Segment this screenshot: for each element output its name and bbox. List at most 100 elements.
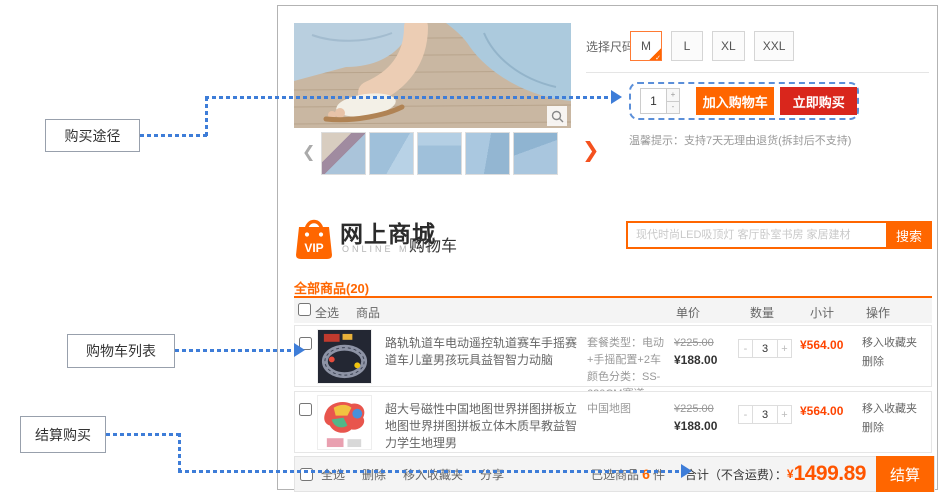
footer-move-to-favorites-link[interactable]: 移入收藏夹 <box>403 466 463 483</box>
selected-check-icon <box>649 48 661 60</box>
qty-increase-button[interactable]: + <box>667 88 680 102</box>
row-quantity-input[interactable] <box>753 405 777 424</box>
screenshot-canvas: 购买途径 购物车列表 结算购买 <box>0 0 940 495</box>
zoom-icon[interactable] <box>547 106 567 126</box>
row-quantity-stepper: - + <box>738 339 792 358</box>
row-subtotal: ¥564.00 <box>800 338 862 352</box>
footer-share-link[interactable]: 分享 <box>480 466 504 483</box>
qty-decrease-button[interactable]: - <box>738 339 753 358</box>
dotted-connector <box>178 433 181 473</box>
dotted-connector <box>205 97 208 137</box>
col-quantity: 数量 <box>750 304 774 321</box>
product-title[interactable]: 超大号磁性中国地图世界拼图拼板立地图世界拼图拼板立体木质早教益智力学生地理男 <box>385 401 581 452</box>
cart-row: 路轨轨道车电动遥控轨道赛车手摇赛道车儿童男孩玩具益智智力动脑 套餐类型：电动+手… <box>294 325 932 387</box>
svg-text:VIP: VIP <box>304 241 323 255</box>
row-checkbox[interactable] <box>299 403 312 416</box>
move-to-favorites-link[interactable]: 移入收藏夹 <box>862 400 917 419</box>
row-subtotal: ¥564.00 <box>800 404 862 418</box>
select-all-checkbox[interactable] <box>298 303 311 316</box>
row-actions: 移入收藏夹 删除 <box>862 334 917 372</box>
annotation-checkout: 结算购买 <box>20 416 106 453</box>
col-action: 操作 <box>866 304 890 321</box>
dotted-connector <box>178 470 683 473</box>
divider <box>586 72 929 73</box>
size-option-xl[interactable]: XL <box>712 31 745 61</box>
size-option-xxl[interactable]: XXL <box>754 31 795 61</box>
total-amount: 1499.89 <box>794 462 866 486</box>
qty-decrease-button[interactable]: - <box>667 102 680 115</box>
footer-delete-link[interactable]: 删除 <box>362 466 386 483</box>
vip-bag-logo[interactable]: VIP <box>294 213 334 260</box>
annotation-cart-list: 购物车列表 <box>67 334 175 368</box>
size-option-m[interactable]: M <box>630 31 662 61</box>
product-image-racetrack[interactable] <box>317 329 372 384</box>
annotation-label: 购买途径 <box>65 126 121 146</box>
product-specs: 中国地图 <box>587 401 679 418</box>
product-thumbnail[interactable] <box>369 132 414 175</box>
dotted-connector <box>106 433 181 436</box>
product-main-image[interactable] <box>294 23 571 128</box>
size-option-l[interactable]: L <box>671 31 703 61</box>
selected-count: 6 <box>642 466 650 482</box>
col-select-all: 全选 <box>315 304 339 321</box>
row-quantity-stepper: - + <box>738 405 792 424</box>
product-thumbnail[interactable] <box>465 132 510 175</box>
old-price: ¥225.00 <box>674 335 717 352</box>
tab-all-products[interactable]: 全部商品(20) <box>294 278 369 297</box>
product-photo-illustration <box>294 23 571 128</box>
quantity-input[interactable] <box>640 88 667 114</box>
page-title: 购物车 <box>409 232 457 256</box>
product-title[interactable]: 路轨轨道车电动遥控轨道赛车手摇赛道车儿童男孩玩具益智智力动脑 <box>385 335 581 369</box>
page-panel: ❮ ❯ 选择尺码： M L XL XXL + - <box>277 5 938 490</box>
annotation-arrow-icon <box>681 464 692 478</box>
add-to-cart-button[interactable]: 加入购物车 <box>696 87 774 115</box>
move-to-favorites-link[interactable]: 移入收藏夹 <box>862 334 917 353</box>
thumbnail-strip <box>321 132 558 175</box>
qty-increase-button[interactable]: + <box>777 339 792 358</box>
search-button[interactable]: 搜索 <box>886 221 932 249</box>
cart-footer-bar: 全选 删除 移入收藏夹 分享 已选商品 6 件 合计（不含运费）： ¥ 1499… <box>294 456 935 492</box>
annotation-label: 结算购买 <box>35 425 91 445</box>
return-policy-tip: 温馨提示：支持7天无理由退货(拆封后不支持) <box>629 132 851 148</box>
annotation-arrow-icon <box>294 343 305 357</box>
price-block: ¥225.00 ¥188.00 <box>674 401 717 435</box>
product-thumbnail[interactable] <box>417 132 462 175</box>
thumbs-next-button[interactable]: ❯ <box>582 138 600 163</box>
current-price: ¥188.00 <box>674 418 717 435</box>
cart-row: 超大号磁性中国地图世界拼图拼板立地图世界拼图拼板立体木质早教益智力学生地理男 中… <box>294 391 932 453</box>
col-unit-price: 单价 <box>676 304 700 321</box>
annotation-purchase-path: 购买途径 <box>45 119 140 152</box>
qty-decrease-button[interactable]: - <box>738 405 753 424</box>
row-quantity-input[interactable] <box>753 339 777 358</box>
current-price: ¥188.00 <box>674 352 717 369</box>
selected-prefix: 已选商品 <box>591 466 639 483</box>
annotation-label: 购物车列表 <box>86 341 156 361</box>
product-thumbnail[interactable] <box>321 132 366 175</box>
footer-summary: 已选商品 6 件 合计（不含运费）： ¥ 1499.89 结算 <box>591 456 934 492</box>
thumbs-prev-button[interactable]: ❮ <box>302 142 315 162</box>
annotation-arrow-icon <box>611 90 622 104</box>
buy-now-button[interactable]: 立即购买 <box>780 87 857 115</box>
checkout-button[interactable]: 结算 <box>876 456 934 492</box>
col-subtotal: 小计 <box>810 304 834 321</box>
search-input[interactable] <box>626 221 886 249</box>
product-image-map[interactable] <box>317 395 372 450</box>
dotted-connector <box>140 134 208 137</box>
buy-actions-box: + - 加入购物车 立即购买 <box>629 82 859 120</box>
selected-suffix: 件 <box>653 466 665 483</box>
dotted-connector <box>205 96 612 99</box>
currency-symbol: ¥ <box>787 467 794 481</box>
row-actions: 移入收藏夹 删除 <box>862 400 917 438</box>
delete-link[interactable]: 删除 <box>862 353 917 372</box>
quantity-stepper: + - <box>640 88 680 114</box>
footer-select-all-link[interactable]: 全选 <box>321 466 345 483</box>
delete-link[interactable]: 删除 <box>862 419 917 438</box>
product-thumbnail[interactable] <box>513 132 558 175</box>
old-price: ¥225.00 <box>674 401 717 418</box>
dotted-connector <box>175 349 295 352</box>
cart-table-header: 全选 商品 单价 数量 小计 操作 <box>294 298 932 323</box>
shopping-bag-icon: VIP <box>294 213 334 260</box>
col-product: 商品 <box>356 304 380 321</box>
total-label: 合计（不含运费）： <box>685 466 787 483</box>
qty-increase-button[interactable]: + <box>777 405 792 424</box>
